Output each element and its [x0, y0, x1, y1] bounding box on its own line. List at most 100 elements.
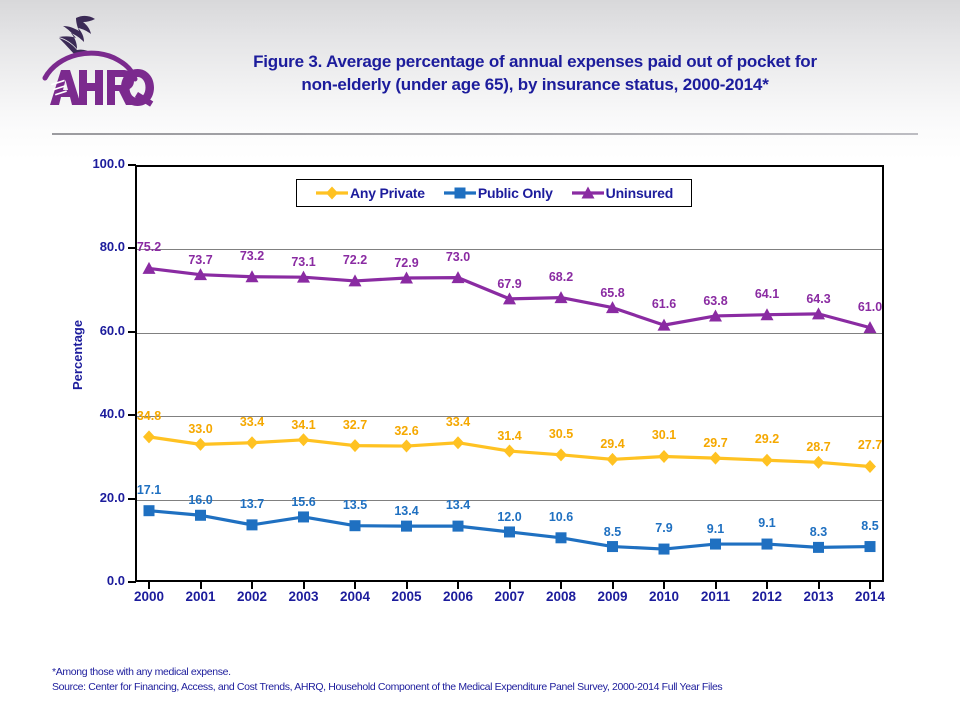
data-point-label: 13.4	[445, 498, 471, 513]
data-point-label: 32.7	[342, 417, 368, 432]
data-point-label: 12.0	[497, 509, 522, 524]
diamond-marker	[316, 186, 348, 200]
x-axis-tick-mark	[251, 582, 253, 589]
data-point-label: 8.5	[861, 518, 879, 533]
data-point-label: 7.9	[655, 521, 673, 536]
y-axis-tick-mark	[128, 164, 136, 166]
data-point-label: 30.1	[651, 428, 677, 443]
header-divider	[52, 133, 918, 135]
data-point-label: 9.1	[758, 516, 776, 531]
data-point-label: 75.2	[136, 240, 162, 255]
x-axis-tick-label: 2005	[391, 589, 422, 604]
x-axis-tick-label: 2011	[700, 589, 731, 604]
x-axis-tick-mark	[405, 582, 408, 589]
data-point-label: 72.9	[394, 256, 419, 270]
legend-label: Public Only	[477, 185, 553, 201]
data-point-label: 72.2	[342, 252, 368, 267]
x-axis-tick-mark	[199, 582, 202, 589]
x-axis-tick-label: 2003	[288, 589, 319, 604]
data-point-label: 33.4	[239, 414, 265, 429]
x-axis-tick-label: 2001	[185, 589, 216, 604]
y-axis-tick-label: 0.0	[106, 573, 125, 588]
data-point-label: 64.1	[754, 286, 780, 301]
x-axis-tick-label: 2007	[494, 589, 525, 604]
footnote-source: Source: Center for Financing, Access, an…	[52, 681, 723, 693]
data-point-label: 34.8	[136, 408, 162, 423]
x-axis-tick-mark	[508, 582, 511, 589]
data-point-label: 68.2	[548, 269, 574, 284]
page-title-line-1: Figure 3. Average percentage of annual e…	[253, 52, 817, 71]
x-axis-tick-mark	[148, 582, 150, 589]
square-marker	[443, 187, 476, 199]
x-axis-tick-mark	[354, 582, 356, 589]
y-axis-tick-label: 20.0	[99, 489, 125, 505]
x-axis-tick-label: 2008	[545, 589, 577, 604]
data-point-label: 73.0	[445, 249, 471, 264]
x-axis-tick-label: 2000	[133, 589, 165, 604]
data-point-label: 29.7	[703, 436, 728, 451]
legend-label: Uninsured	[605, 185, 674, 201]
data-point-label: 8.5	[603, 524, 622, 539]
data-point-label: 13.4	[394, 504, 419, 519]
legend-item-any-private[interactable]: Any Private	[315, 185, 425, 201]
data-point-label: 63.8	[703, 293, 728, 308]
data-point-label: 29.4	[600, 437, 625, 452]
legend-label: Any Private	[350, 185, 425, 201]
data-point-label: 13.7	[239, 496, 265, 511]
data-point-label: 33.0	[188, 422, 213, 437]
data-point-label: 17.1	[136, 482, 162, 497]
header-lower-background	[0, 133, 960, 160]
x-axis-tick-label: 2014	[854, 589, 886, 604]
data-point-label: 27.7	[857, 438, 883, 453]
triangle-marker	[571, 186, 604, 199]
data-point-label: 73.2	[239, 248, 265, 263]
data-point-label: 61.6	[651, 297, 677, 312]
y-axis-tick-label: 40.0	[99, 406, 125, 422]
page-title-line-2: non-elderly (under age 65), by insurance…	[301, 75, 769, 94]
data-point-label: 29.2	[754, 432, 780, 447]
y-axis-tick-mark	[128, 497, 136, 500]
data-point-label: 33.4	[445, 414, 471, 429]
data-point-label: 8.3	[809, 525, 828, 540]
gridline	[137, 332, 882, 334]
data-point-label: 28.7	[806, 440, 831, 455]
data-point-label: 65.8	[600, 285, 625, 300]
data-point-label: 15.6	[291, 494, 316, 509]
x-axis-tick-mark	[611, 582, 614, 589]
y-axis-tick-mark	[128, 581, 136, 583]
chart-legend: Any Private Public Only Uninsured	[296, 179, 693, 207]
x-axis-tick-mark	[663, 582, 665, 589]
x-axis-tick-mark	[766, 582, 768, 589]
data-point-label: 73.7	[188, 252, 213, 267]
data-point-label: 32.6	[394, 424, 419, 439]
footnote-asterisk: *Among those with any medical expense.	[52, 666, 231, 678]
data-point-label: 13.5	[342, 497, 368, 512]
footnotes: *Among those with any medical expense. S…	[52, 665, 723, 695]
y-axis-tick-label: 80.0	[99, 239, 125, 255]
y-axis-title: Percentage	[70, 319, 85, 390]
x-axis-tick-mark	[869, 582, 871, 589]
x-axis-tick-label: 2002	[236, 589, 268, 604]
data-point-label: 73.1	[291, 255, 316, 270]
y-axis-tick-label: 100.0	[92, 156, 125, 171]
x-axis-tick-label: 2013	[803, 589, 834, 604]
x-axis-tick-label: 2012	[751, 589, 783, 604]
data-point-label: 16.0	[188, 493, 213, 508]
x-axis-tick-label: 2004	[339, 589, 371, 604]
data-point-label: 67.9	[497, 276, 522, 291]
x-axis-tick-mark	[302, 582, 305, 589]
legend-item-public-only[interactable]: Public Only	[443, 185, 553, 201]
x-axis-tick-label: 2010	[648, 589, 680, 604]
x-axis-tick-label: 2006	[442, 589, 474, 604]
x-axis-tick-mark	[560, 582, 562, 589]
legend-item-uninsured[interactable]: Uninsured	[571, 185, 673, 201]
x-axis-tick-mark	[817, 582, 820, 589]
square-marker	[454, 187, 466, 199]
diamond-marker	[326, 186, 338, 200]
data-point-label: 34.1	[291, 417, 316, 432]
data-point-label: 31.4	[497, 429, 522, 444]
data-point-label: 64.3	[806, 291, 831, 306]
data-point-label: 61.0	[857, 299, 883, 314]
page-title: Figure 3. Average percentage of annual e…	[130, 50, 940, 96]
x-axis-tick-mark	[714, 582, 717, 589]
